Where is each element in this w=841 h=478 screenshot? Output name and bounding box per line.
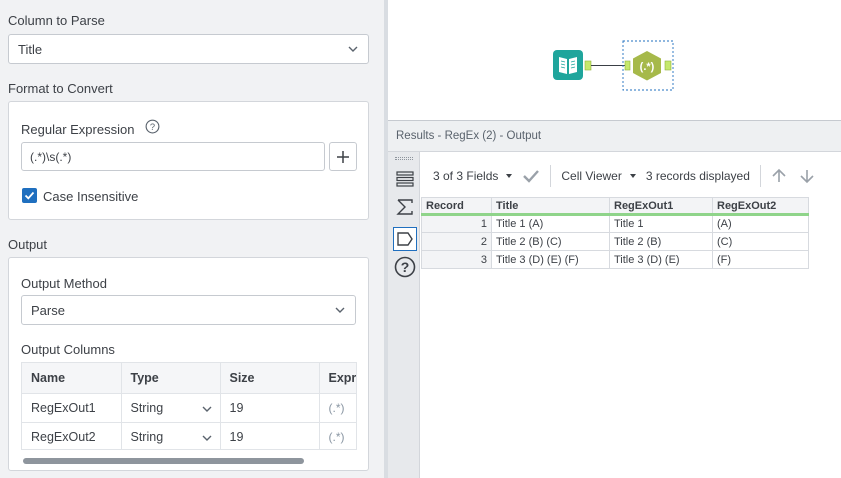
column-name-cell[interactable]: RegExOut2 bbox=[22, 422, 122, 449]
column-size-cell[interactable]: 19 bbox=[220, 422, 320, 449]
output-method-value: Parse bbox=[31, 302, 65, 318]
results-header: Results - RegEx (2) - Output bbox=[388, 120, 841, 152]
workflow-canvas[interactable]: (.*) bbox=[388, 0, 841, 118]
input-tool[interactable] bbox=[553, 50, 583, 80]
caret-down-icon bbox=[629, 174, 636, 178]
column-size-cell[interactable]: 19 bbox=[220, 393, 320, 423]
column-header-size: Size bbox=[220, 363, 320, 394]
cell-viewer-dropdown[interactable]: Cell Viewer bbox=[561, 169, 636, 183]
grid-header-title[interactable]: Title bbox=[491, 197, 610, 216]
title-cell[interactable]: Title 3 (D) (E) (F) bbox=[491, 250, 610, 269]
tag-icon bbox=[397, 232, 413, 246]
records-displayed: 3 records displayed bbox=[645, 169, 750, 183]
grip-handle-icon[interactable] bbox=[395, 157, 413, 160]
regexout2-cell[interactable]: (A) bbox=[712, 214, 809, 233]
chevron-down-icon bbox=[202, 435, 211, 441]
help-button[interactable]: ? bbox=[393, 255, 417, 279]
summary-view-button[interactable] bbox=[393, 195, 417, 219]
question-circle-icon: ? bbox=[394, 256, 416, 278]
checkmark-icon[interactable] bbox=[522, 169, 540, 183]
column-header-name: Name bbox=[22, 363, 122, 394]
regex-tool-output-anchor bbox=[664, 60, 672, 71]
column-to-parse-dropdown[interactable]: Title bbox=[8, 34, 369, 64]
table-row: 3 Title 3 (D) (E) (F) Title 3 (D) (E) (F… bbox=[421, 250, 809, 269]
output-columns-table: Name Type Size Expre RegExOut1 String 19… bbox=[21, 362, 357, 450]
workflow-diagram: (.*) bbox=[553, 40, 674, 91]
table-row: 1 Title 1 (A) Title 1 (A) bbox=[421, 214, 809, 233]
svg-text:?: ? bbox=[150, 122, 155, 132]
caret-down-icon bbox=[506, 174, 513, 178]
regex-tool-label: (.*) bbox=[640, 61, 655, 73]
results-sidebar: ? bbox=[388, 152, 420, 478]
plus-icon bbox=[337, 150, 349, 163]
svg-text:?: ? bbox=[401, 259, 410, 275]
output-method-dropdown[interactable]: Parse bbox=[21, 295, 356, 325]
output-title: Output bbox=[8, 237, 48, 252]
horizontal-scrollbar[interactable] bbox=[23, 458, 304, 464]
results-toolbar: 3 of 3 Fields Cell Viewer 3 records disp… bbox=[421, 158, 841, 194]
regexout1-cell[interactable]: Title 1 bbox=[609, 214, 713, 233]
rows-icon bbox=[396, 171, 414, 187]
regexout2-cell[interactable]: (C) bbox=[712, 232, 809, 251]
arrow-down-icon[interactable] bbox=[799, 168, 815, 184]
output-columns-label: Output Columns bbox=[21, 342, 115, 357]
fields-dropdown[interactable]: 3 of 3 Fields bbox=[433, 169, 513, 183]
table-row: RegExOut1 String 19 (.*) bbox=[22, 393, 356, 423]
chevron-down-icon bbox=[335, 307, 345, 313]
format-to-convert-title: Format to Convert bbox=[8, 81, 113, 96]
add-expression-button[interactable] bbox=[329, 142, 357, 171]
toolbar-separator bbox=[550, 165, 552, 187]
regex-tool-input-anchor bbox=[624, 60, 631, 71]
help-icon[interactable]: ? bbox=[145, 119, 160, 134]
metadata-view-button[interactable] bbox=[393, 227, 417, 251]
column-to-parse-value: Title bbox=[18, 41, 43, 57]
cell-viewer-label: Cell Viewer bbox=[561, 169, 622, 183]
column-expression-cell: (.*) bbox=[319, 422, 356, 449]
regex-input[interactable] bbox=[21, 142, 325, 171]
grid-header-record[interactable]: Record bbox=[421, 197, 492, 216]
output-method-label: Output Method bbox=[21, 276, 107, 291]
title-cell[interactable]: Title 1 (A) bbox=[491, 214, 610, 233]
column-header-expression: Expre bbox=[319, 363, 356, 394]
case-insensitive-label: Case Insensitive bbox=[43, 189, 139, 204]
checkmark-icon bbox=[24, 191, 35, 200]
grid-header-regexout1[interactable]: RegExOut1 bbox=[609, 197, 713, 216]
regexout1-cell[interactable]: Title 2 (B) bbox=[609, 232, 713, 251]
list-view-button[interactable] bbox=[393, 167, 417, 191]
fields-label: 3 of 3 Fields bbox=[433, 169, 499, 183]
title-cell[interactable]: Title 2 (B) (C) bbox=[491, 232, 610, 251]
chevron-down-icon bbox=[202, 406, 211, 412]
column-type-cell[interactable]: String bbox=[121, 422, 221, 449]
column-type-value: String bbox=[130, 429, 164, 444]
input-tool-output-anchor bbox=[584, 60, 592, 71]
column-name-cell[interactable]: RegExOut1 bbox=[22, 393, 122, 423]
record-cell[interactable]: 1 bbox=[421, 214, 492, 233]
results-grid: Record Title RegExOut1 RegExOut2 1 Title… bbox=[421, 197, 809, 269]
sigma-icon bbox=[396, 199, 413, 215]
column-expression-cell: (.*) bbox=[319, 393, 356, 423]
toolbar-separator bbox=[759, 165, 761, 187]
arrow-up-icon[interactable] bbox=[771, 168, 787, 184]
table-row: 2 Title 2 (B) (C) Title 2 (B) (C) bbox=[421, 232, 809, 251]
regexout2-cell[interactable]: (F) bbox=[712, 250, 809, 269]
format-group: Regular Expression ? Case Insensitive bbox=[8, 101, 369, 220]
record-cell[interactable]: 2 bbox=[421, 232, 492, 251]
record-cell[interactable]: 3 bbox=[421, 250, 492, 269]
column-header-type: Type bbox=[121, 363, 221, 394]
chevron-down-icon bbox=[348, 46, 358, 52]
column-type-value: String bbox=[130, 400, 164, 415]
regex-label: Regular Expression bbox=[21, 122, 135, 137]
regex-tool[interactable]: (.*) bbox=[633, 51, 661, 81]
configuration-panel: Column to Parse Title Format to Convert … bbox=[0, 0, 384, 478]
column-type-cell[interactable]: String bbox=[121, 393, 221, 423]
column-to-parse-title: Column to Parse bbox=[8, 13, 105, 28]
results-title: Results - RegEx (2) - Output bbox=[396, 130, 542, 142]
regexout1-cell[interactable]: Title 3 (D) (E) bbox=[609, 250, 713, 269]
case-insensitive-checkbox[interactable] bbox=[22, 188, 37, 203]
grid-header-regexout2[interactable]: RegExOut2 bbox=[712, 197, 809, 216]
table-row: RegExOut2 String 19 (.*) bbox=[22, 422, 356, 449]
